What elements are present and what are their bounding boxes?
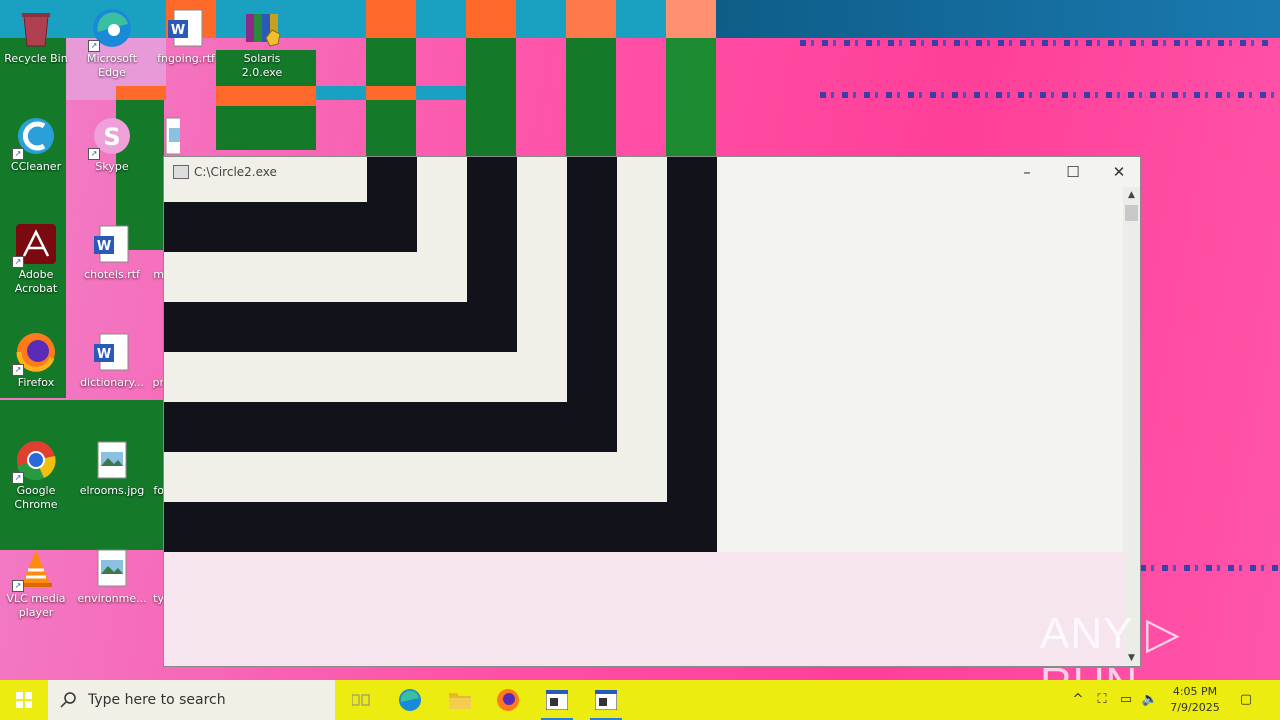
desktop-icon-firefox[interactable]: ↗ Firefox — [0, 324, 72, 390]
taskbar-circle2-app[interactable] — [533, 680, 581, 720]
glitch-block — [566, 38, 616, 156]
recycle-bin-icon — [14, 6, 58, 50]
taskbar-firefox[interactable] — [484, 680, 532, 720]
desktop-icon-google-chrome[interactable]: ↗ Google Chrome — [0, 432, 72, 512]
glitch-block — [666, 0, 716, 38]
app-icon — [173, 165, 189, 179]
desktop-icon-microsoft-edge[interactable]: ↗ Microsoft Edge — [76, 0, 148, 80]
task-view-button[interactable] — [336, 680, 384, 720]
taskbar-file-explorer[interactable] — [436, 680, 484, 720]
clock[interactable]: 4:05 PM 7/9/2025 — [1160, 684, 1230, 716]
word-document-icon: W — [90, 222, 134, 266]
desktop-icon-ty[interactable]: ty — [142, 540, 164, 606]
glitch-block — [216, 86, 316, 106]
start-button[interactable] — [0, 680, 48, 720]
maximize-button[interactable]: ☐ — [1050, 157, 1096, 187]
folder-icon — [449, 693, 471, 709]
vlc-icon: ↗ — [12, 546, 58, 592]
search-icon — [60, 692, 76, 708]
windows-logo-icon — [16, 692, 32, 708]
show-hidden-icons-button[interactable]: ^ — [1068, 690, 1088, 710]
desktop-icon-solaris-exe[interactable]: Solaris 2.0.exe — [226, 0, 298, 80]
shortcut-arrow-icon: ↗ — [12, 148, 24, 160]
image-file-icon — [90, 438, 134, 482]
firefox-icon — [497, 689, 519, 711]
glitch-block — [466, 38, 516, 156]
glitch-noise — [1140, 565, 1280, 571]
volume-icon[interactable]: 🔈 — [1140, 690, 1160, 710]
edge-icon — [399, 689, 421, 711]
svg-text:W: W — [97, 347, 111, 362]
window-title: C:\Circle2.exe — [194, 165, 277, 179]
glitch-band — [716, 0, 1280, 38]
taskbar-app-window[interactable] — [582, 680, 630, 720]
notifications-icon[interactable]: ▢ — [1236, 690, 1256, 710]
minimize-button[interactable]: – — [1004, 157, 1050, 187]
word-document-icon: W — [90, 330, 134, 374]
circle2-window[interactable]: C:\Circle2.exe – ☐ ✕ ▲ ▼ — [163, 156, 1141, 667]
shortcut-arrow-icon: ↗ — [12, 580, 24, 592]
desktop-icon-dictionary[interactable]: W dictionary... — [76, 324, 148, 390]
shortcut-arrow-icon: ↗ — [12, 472, 24, 484]
firefox-icon: ↗ — [12, 330, 58, 376]
battery-icon[interactable]: ▭ — [1116, 690, 1136, 710]
scroll-thumb[interactable] — [1125, 205, 1138, 221]
search-box[interactable]: Type here to search — [48, 680, 335, 720]
image-file-icon — [90, 546, 134, 590]
taskbar-edge[interactable] — [386, 680, 434, 720]
network-icon[interactable]: ⛶ — [1092, 690, 1112, 710]
svg-text:W: W — [97, 239, 111, 254]
circle-drawing-canvas — [164, 157, 1140, 666]
glitch-block — [466, 0, 516, 38]
glitch-block — [366, 0, 416, 38]
svg-text:S: S — [103, 123, 120, 151]
desktop-icon-m[interactable]: m — [142, 216, 164, 282]
desktop-icon-adobe-acrobat[interactable]: ↗ Adobe Acrobat — [0, 216, 72, 296]
search-placeholder: Type here to search — [88, 692, 226, 708]
task-view-icon — [352, 694, 370, 706]
adobe-acrobat-icon: ↗ — [12, 222, 58, 268]
desktop-icon-elrooms-jpg[interactable]: elrooms.jpg — [76, 432, 148, 498]
desktop-icon-fo[interactable]: fo — [142, 432, 164, 498]
shortcut-arrow-icon: ↗ — [12, 256, 24, 268]
desktop-icon-environme[interactable]: environme... — [76, 540, 148, 606]
desktop-icon-ccleaner[interactable]: ↗ CCleaner — [0, 108, 72, 174]
glitch-noise — [820, 92, 1280, 98]
word-document-icon: W — [164, 6, 208, 50]
glitch-block — [666, 38, 716, 156]
glitch-block — [566, 0, 616, 38]
shortcut-arrow-icon: ↗ — [88, 40, 100, 52]
clock-time: 4:05 PM — [1172, 685, 1218, 698]
title-bar[interactable]: C:\Circle2.exe – ☐ ✕ — [164, 157, 1140, 187]
glitch-block — [116, 86, 166, 100]
edge-icon: ↗ — [88, 6, 134, 52]
clock-date: 7/9/2025 — [1170, 701, 1220, 714]
glitch-block — [216, 106, 316, 150]
close-button[interactable]: ✕ — [1096, 157, 1140, 187]
vertical-scrollbar[interactable]: ▲ ▼ — [1123, 187, 1140, 666]
glitch-block — [366, 86, 416, 100]
skype-icon: S ↗ — [88, 114, 134, 160]
desktop-icon-skype[interactable]: S ↗ Skype — [76, 108, 148, 174]
shortcut-arrow-icon: ↗ — [12, 364, 24, 376]
installer-icon — [240, 6, 284, 50]
desktop-icon-recycle-bin[interactable]: Recycle Bin — [0, 0, 72, 66]
svg-text:W: W — [171, 23, 185, 38]
chrome-icon: ↗ — [12, 438, 58, 484]
scroll-up-button[interactable]: ▲ — [1123, 187, 1140, 204]
ccleaner-icon: ↗ — [12, 114, 58, 160]
desktop-icon-vlc[interactable]: ↗ VLC media player — [0, 540, 72, 620]
desktop-icon-fngoing-rtf[interactable]: W fngoing.rtf — [150, 0, 222, 66]
taskbar: Type here to search ^ ⛶ ▭ 🔈 4:05 PM 7/9/… — [0, 680, 1280, 720]
app-window-icon — [546, 690, 568, 710]
glitch-noise — [800, 40, 1270, 46]
desktop-icon-chotels-rtf[interactable]: W chotels.rtf — [76, 216, 148, 282]
shortcut-arrow-icon: ↗ — [88, 148, 100, 160]
image-file-icon — [158, 114, 180, 158]
app-window-icon — [595, 690, 617, 710]
desktop-icon-pr[interactable]: pr — [142, 324, 164, 390]
